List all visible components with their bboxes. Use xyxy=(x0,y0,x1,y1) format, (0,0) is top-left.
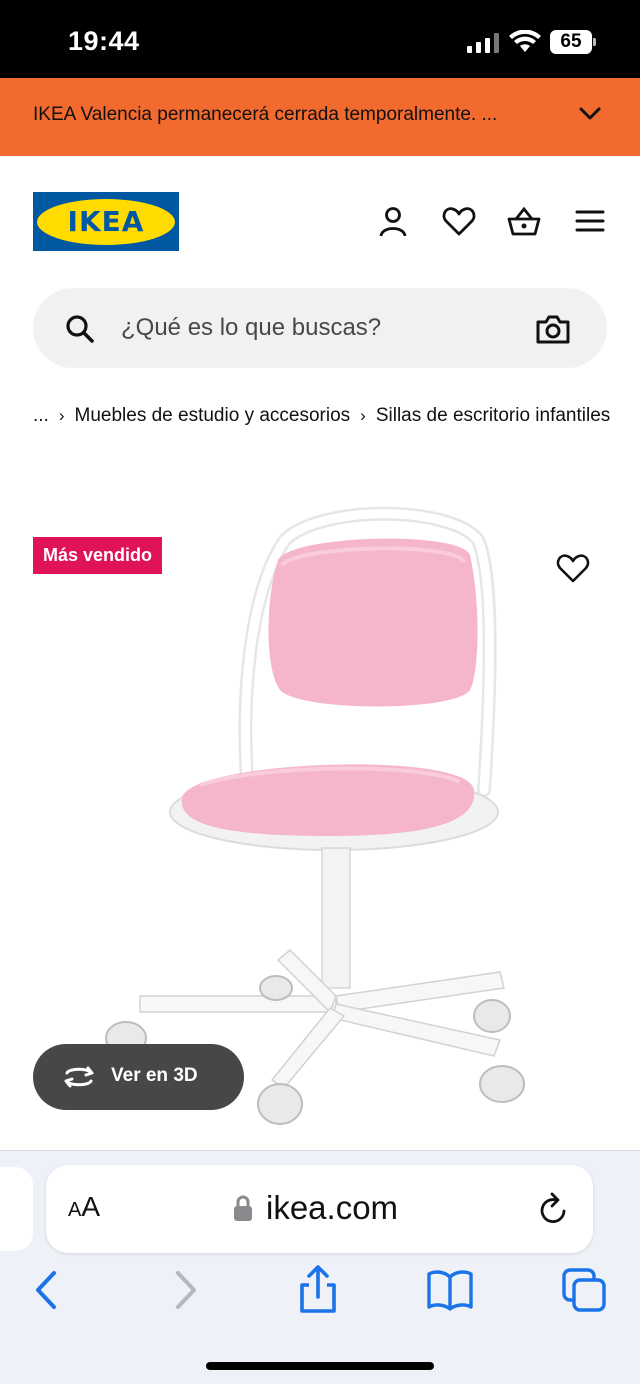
cellular-signal-icon xyxy=(467,33,499,53)
menu-icon[interactable] xyxy=(573,204,607,238)
battery-level: 65 xyxy=(560,31,582,52)
chevron-right-icon: › xyxy=(58,406,65,425)
rotate-3d-icon xyxy=(64,1066,94,1088)
logo-text: IKEA xyxy=(67,205,145,238)
breadcrumb: ... › Muebles de estudio y accesorios › Sill… xyxy=(33,398,613,433)
search-bar[interactable] xyxy=(33,288,607,368)
basket-icon[interactable] xyxy=(507,204,541,238)
user-icon[interactable] xyxy=(376,204,410,238)
status-bar: 19:44 65 xyxy=(0,0,640,78)
ikea-logo[interactable]: IKEA xyxy=(33,192,179,251)
bookmarks-icon[interactable] xyxy=(426,1265,474,1315)
forward-arrow-icon[interactable] xyxy=(162,1265,210,1315)
address-bar[interactable]: AA ikea.com xyxy=(46,1165,593,1253)
battery-icon: 65 xyxy=(550,30,596,54)
view-in-3d-button[interactable]: Ver en 3D xyxy=(33,1044,244,1110)
best-seller-badge: Más vendido xyxy=(33,537,163,574)
tabs-icon[interactable] xyxy=(560,1265,608,1315)
share-icon[interactable] xyxy=(294,1265,342,1315)
store-notice-banner[interactable]: IKEA Valencia permanecerá cerrada tempor… xyxy=(0,78,640,156)
favorite-heart-icon[interactable] xyxy=(556,552,590,584)
view-in-3d-label: Ver en 3D xyxy=(111,1065,198,1086)
breadcrumb-item-study-furniture[interactable]: Muebles de estudio y accesorios xyxy=(75,405,351,426)
back-arrow-icon[interactable] xyxy=(22,1265,70,1315)
chevron-right-icon: › xyxy=(360,406,366,425)
previous-tab-preview[interactable] xyxy=(0,1167,33,1251)
chevron-down-icon[interactable] xyxy=(578,106,602,122)
home-indicator[interactable] xyxy=(206,1362,434,1370)
wifi-icon xyxy=(509,30,541,52)
breadcrumb-item-kids-desk-chairs[interactable]: Sillas de escritorio infantiles xyxy=(376,405,610,426)
url-text[interactable]: ikea.com xyxy=(266,1189,398,1227)
lock-icon xyxy=(234,1195,252,1221)
reader-options-button[interactable]: AA xyxy=(68,1191,100,1223)
search-icon[interactable] xyxy=(65,314,95,344)
search-input[interactable] xyxy=(121,288,521,368)
breadcrumb-ellipsis[interactable]: ... xyxy=(33,405,49,426)
banner-text: IKEA Valencia permanecerá cerrada tempor… xyxy=(33,104,498,125)
reload-icon[interactable] xyxy=(536,1191,570,1227)
status-time: 19:44 xyxy=(68,26,140,56)
camera-icon[interactable] xyxy=(535,312,571,346)
heart-icon[interactable] xyxy=(442,204,476,238)
